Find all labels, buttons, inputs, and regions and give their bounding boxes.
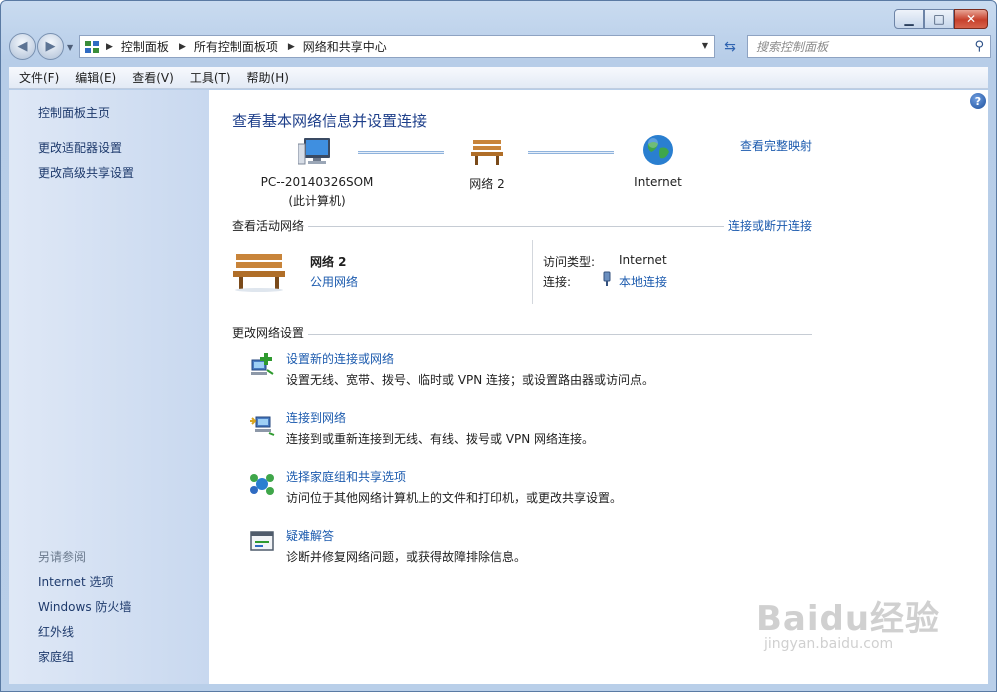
sidebar: 控制面板主页 更改适配器设置 更改高级共享设置 另请参阅 Internet 选项… [9, 90, 209, 684]
ethernet-icon [603, 271, 611, 286]
maximize-button[interactable]: □ [924, 9, 954, 29]
network-bench-icon[interactable] [470, 136, 504, 166]
menu-edit[interactable]: 编辑(E) [67, 69, 124, 86]
search-icon[interactable]: ⚲ [974, 39, 984, 54]
breadcrumb-separator-icon[interactable]: ▶ [288, 42, 295, 52]
local-connection-link[interactable]: 本地连接 [619, 273, 667, 290]
globe-icon[interactable] [642, 134, 674, 166]
diagram-network-name: 网络 2 [469, 177, 505, 191]
search-input[interactable]: 搜索控制面板 ⚲ [747, 35, 991, 58]
active-network-name: 网络 2 [310, 255, 347, 269]
access-type-value: Internet [619, 253, 667, 267]
computer-icon[interactable] [298, 136, 332, 166]
forward-arrow-icon: ▶ [45, 39, 56, 54]
refresh-icon: ⇆ [724, 38, 736, 55]
menu-tools[interactable]: 工具(T) [182, 69, 239, 86]
divider [232, 334, 812, 335]
task-new-connection: 设置新的连接或网络 设置无线、宽带、拨号、临时或 VPN 连接；或设置路由器或访… [249, 350, 809, 400]
breadcrumb-all-items[interactable]: 所有控制面板项 [194, 38, 278, 55]
task-new-connection-desc: 设置无线、宽带、拨号、临时或 VPN 连接；或设置路由器或访问点。 [286, 373, 655, 387]
task-homegroup-desc: 访问位于其他网络计算机上的文件和打印机，或更改共享设置。 [286, 491, 623, 505]
active-networks-heading: 查看活动网络 [232, 217, 309, 234]
refresh-button[interactable]: ⇆ [719, 35, 741, 58]
homegroup-icon[interactable] [249, 470, 275, 496]
caption-buttons: ▁ □ ✕ [894, 9, 988, 29]
back-button[interactable]: ◀ [9, 33, 36, 60]
see-also-heading: 另请参阅 [38, 550, 87, 564]
menu-file[interactable]: 文件(F) [11, 69, 67, 86]
sidebar-link-homegroup[interactable]: 家庭组 [38, 648, 74, 665]
breadcrumb-network-center[interactable]: 网络和共享中心 [303, 38, 387, 55]
sidebar-link-control-panel-home[interactable]: 控制面板主页 [38, 104, 110, 121]
connect-network-icon[interactable] [249, 411, 275, 437]
search-placeholder: 搜索控制面板 [756, 40, 829, 54]
sidebar-link-advanced-sharing[interactable]: 更改高级共享设置 [38, 164, 134, 181]
computer-name: PC--20140326SOM [260, 175, 374, 189]
breadcrumb-control-panel[interactable]: 控制面板 [121, 38, 169, 55]
window: ▁ □ ✕ ◀ ▶ ▼ ▶ 控制面板 ▶ 所有控制面板项 ▶ 网络和共享中心 ▼ [0, 0, 997, 692]
active-network: 网络 2 公用网络 访问类型: Internet 连接: 本地连接 [232, 240, 812, 305]
page-title: 查看基本网络信息并设置连接 [232, 112, 428, 130]
back-arrow-icon: ◀ [17, 39, 28, 54]
connection-line [528, 151, 614, 154]
recent-pages-dropdown[interactable]: ▼ [67, 43, 73, 52]
vertical-divider [532, 240, 533, 304]
diagram-internet-label: Internet [634, 175, 682, 189]
bench-icon[interactable] [232, 248, 286, 292]
navigation-bar: ◀ ▶ ▼ ▶ 控制面板 ▶ 所有控制面板项 ▶ 网络和共享中心 ▼ ⇆ 搜索控… [7, 33, 992, 61]
task-troubleshoot-desc: 诊断并修复网络问题，或获得故障排除信息。 [286, 550, 527, 564]
sidebar-link-internet-options[interactable]: Internet 选项 [38, 573, 113, 590]
breadcrumb-separator-icon[interactable]: ▶ [179, 42, 186, 52]
connect-disconnect-link[interactable]: 连接或断开连接 [723, 217, 812, 234]
task-homegroup: 选择家庭组和共享选项 访问位于其他网络计算机上的文件和打印机，或更改共享设置。 [249, 468, 809, 518]
sidebar-link-adapter-settings[interactable]: 更改适配器设置 [38, 139, 122, 156]
troubleshoot-icon[interactable] [249, 529, 275, 555]
task-connect-network-link[interactable]: 连接到网络 [286, 409, 346, 426]
sidebar-link-infrared[interactable]: 红外线 [38, 623, 74, 640]
connection-line [358, 151, 444, 154]
change-settings-heading: 更改网络设置 [232, 324, 309, 341]
new-connection-icon[interactable] [249, 352, 275, 378]
task-connect-network: 连接到网络 连接到或重新连接到无线、有线、拨号或 VPN 网络连接。 [249, 409, 809, 459]
help-icon[interactable]: ? [970, 93, 986, 109]
menu-view[interactable]: 查看(V) [124, 69, 182, 86]
breadcrumb-separator-icon[interactable]: ▶ [106, 42, 113, 52]
task-troubleshoot: 疑难解答 诊断并修复网络问题，或获得故障排除信息。 [249, 527, 809, 577]
connections-label: 连接: [543, 275, 572, 289]
address-dropdown-icon[interactable]: ▼ [702, 41, 708, 50]
minimize-button[interactable]: ▁ [894, 9, 924, 29]
access-type-label: 访问类型: [543, 255, 596, 269]
control-panel-icon [85, 40, 99, 53]
computer-subtitle: (此计算机) [288, 194, 346, 208]
address-bar[interactable]: ▶ 控制面板 ▶ 所有控制面板项 ▶ 网络和共享中心 ▼ [79, 35, 715, 58]
forward-button[interactable]: ▶ [37, 33, 64, 60]
menu-bar: 文件(F) 编辑(E) 查看(V) 工具(T) 帮助(H) [9, 67, 988, 89]
sidebar-link-windows-firewall[interactable]: Windows 防火墙 [38, 598, 131, 615]
task-new-connection-link[interactable]: 设置新的连接或网络 [286, 350, 394, 367]
network-type-link[interactable]: 公用网络 [310, 273, 358, 290]
task-troubleshoot-link[interactable]: 疑难解答 [286, 527, 334, 544]
watermark: Baidu经验 jingyan.baidu.com [756, 591, 940, 652]
watermark-logo-text: Baidu经验 [756, 599, 941, 639]
task-connect-network-desc: 连接到或重新连接到无线、有线、拨号或 VPN 网络连接。 [286, 432, 595, 446]
network-diagram: PC--20140326SOM (此计算机) 网络 2 Internet [232, 130, 792, 210]
menu-help[interactable]: 帮助(H) [239, 69, 297, 86]
task-homegroup-link[interactable]: 选择家庭组和共享选项 [286, 468, 406, 485]
close-button[interactable]: ✕ [954, 9, 988, 29]
